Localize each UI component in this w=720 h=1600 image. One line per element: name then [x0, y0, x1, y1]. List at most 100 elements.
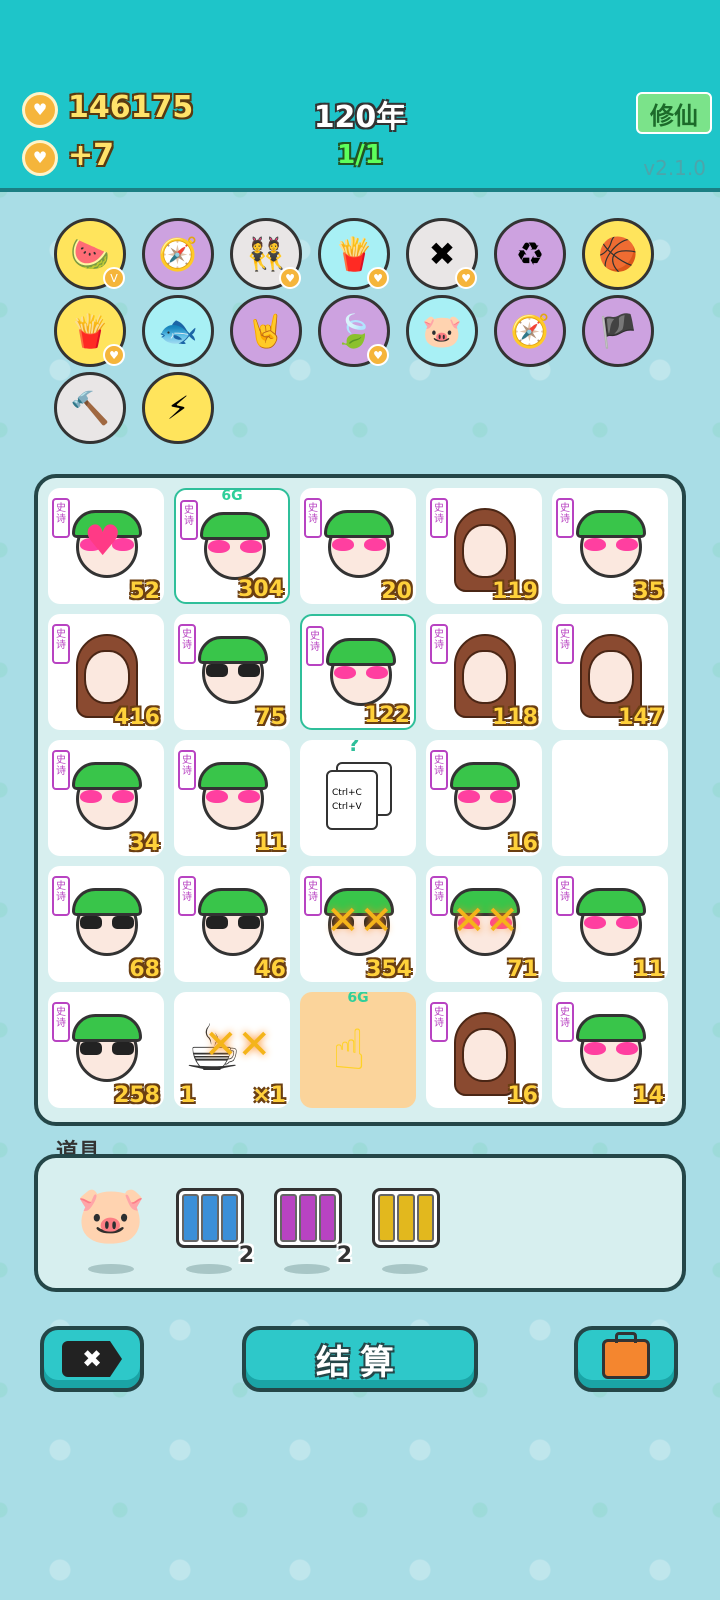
compass-icon[interactable]: 🧭 [142, 218, 214, 290]
epic-tag: 史诗 [430, 624, 448, 664]
heart-glasses-icon [80, 790, 134, 804]
board-cell[interactable]: 史诗 ✕✕ 354 [300, 866, 416, 982]
cell-value: 119 [492, 579, 538, 604]
girl-face [588, 650, 634, 704]
coin-count: 146175 [68, 90, 194, 125]
green-hair [198, 888, 268, 916]
board-cell[interactable]: 史诗 46 [174, 866, 290, 982]
fries-icon[interactable]: 🍟 ♥ [318, 218, 390, 290]
sparkle-effect: ✕✕ [204, 1022, 272, 1068]
cell-value: 354 [366, 957, 412, 982]
epic-cards-prop[interactable]: 2 [270, 1184, 352, 1274]
board-cell[interactable]: Ctrl+C Ctrl+V? [300, 740, 416, 856]
fruit-bowl-icon[interactable]: 🍉 V [54, 218, 126, 290]
item-badge: ♥ [367, 344, 389, 366]
board-cell[interactable]: 史诗 122 [300, 614, 416, 730]
heart-glasses-icon [584, 538, 638, 552]
green-hair [72, 762, 142, 790]
game-board: 史诗 ♥ 52 史诗 6G 304 史诗 20 史诗 119 史诗 35 史诗 416 史诗 75 史诗 122 史… [34, 474, 686, 1126]
board-cell[interactable]: 史诗 416 [48, 614, 164, 730]
briefcase-icon [602, 1332, 650, 1379]
card-pack-icon [372, 1188, 440, 1248]
item-badge: ♥ [279, 267, 301, 289]
epic-tag: 史诗 [52, 498, 70, 538]
board-cell[interactable]: 史诗 34 [48, 740, 164, 856]
income-value: +7 [68, 138, 115, 173]
board-cell[interactable]: 史诗 20 [300, 488, 416, 604]
board-cell[interactable]: 史诗 ♥ 52 [48, 488, 164, 604]
cell-value: 122 [364, 703, 410, 728]
board-cell[interactable]: 史诗 258 [48, 992, 164, 1108]
fishbowl-icon[interactable]: 🐟 [142, 295, 214, 367]
cell-value: 16 [507, 831, 538, 856]
eyepatch-icon[interactable]: 🏴 [582, 295, 654, 367]
cell-value: 35 [633, 579, 664, 604]
board-cell[interactable]: 史诗 11 [174, 740, 290, 856]
item-badge: ♥ [367, 267, 389, 289]
prop-shadow [382, 1264, 428, 1274]
epic-tag: 史诗 [52, 876, 70, 916]
epic-tag: 史诗 [304, 876, 322, 916]
cultivate-button[interactable]: 修仙 [636, 92, 712, 134]
board-cell[interactable]: 史诗 11 [552, 866, 668, 982]
legend-cards-prop[interactable] [368, 1184, 442, 1274]
rare-cards-prop[interactable]: 2 [172, 1184, 254, 1274]
twins-icon[interactable]: 👯 ♥ [230, 218, 302, 290]
cell-value: 68 [129, 957, 160, 982]
green-hair [200, 512, 270, 540]
board-cell[interactable]: 史诗 119 [426, 488, 542, 604]
lightning-icon[interactable]: ⚡ [142, 372, 214, 444]
epic-tag: 史诗 [556, 624, 574, 664]
cell-label: 6G [347, 992, 369, 1006]
board-cell[interactable]: 史诗 6G 304 [174, 488, 290, 604]
delete-tag-icon[interactable]: ✖ ♥ [406, 218, 478, 290]
sparkle-effect: ✕✕ [452, 898, 520, 944]
leaf-icon[interactable]: 🍃 ♥ [318, 295, 390, 367]
piggy-bank-icon[interactable]: 🐷 [406, 295, 478, 367]
hammer-icon[interactable]: 🔨 [54, 372, 126, 444]
green-hair [576, 510, 646, 538]
board-cell[interactable]: 史诗 16 [426, 992, 542, 1108]
board-cell[interactable]: ☝ 6G [300, 992, 416, 1108]
green-hair [324, 510, 394, 538]
board-cell[interactable]: 史诗 35 [552, 488, 668, 604]
fries-icon[interactable]: 🍟 ♥ [54, 295, 126, 367]
epic-tag: 史诗 [430, 750, 448, 790]
inventory-button[interactable] [574, 1326, 678, 1392]
piggy-bank-icon: 🐷 [76, 1183, 146, 1248]
settle-button[interactable]: 结算 [242, 1326, 478, 1392]
recycle-icon[interactable]: ♻ [494, 218, 566, 290]
item-badge: V [103, 267, 125, 289]
cell-value: 11 [633, 957, 664, 982]
board-cell[interactable]: ☕ ✕✕ 1 ×1 [174, 992, 290, 1108]
epic-tag: 史诗 [178, 624, 196, 664]
heart-icon: ♥ [84, 516, 122, 565]
green-hair [198, 636, 268, 664]
board-cell[interactable]: 史诗 118 [426, 614, 542, 730]
basketballs-icon[interactable]: 🏀 [582, 218, 654, 290]
cell-value: 75 [255, 705, 286, 730]
board-cell[interactable] [552, 740, 668, 856]
epic-tag: 史诗 [304, 498, 322, 538]
board-cell[interactable]: 史诗 14 [552, 992, 668, 1108]
sunglasses-icon [206, 664, 260, 678]
board-cell[interactable]: 史诗 147 [552, 614, 668, 730]
remove-button[interactable]: ✖ [40, 1326, 144, 1392]
green-hair [72, 1014, 142, 1042]
compass-icon[interactable]: 🧭 [494, 295, 566, 367]
rock-hand-icon[interactable]: 🤘 [230, 295, 302, 367]
board-cell[interactable]: 史诗 ✕✕ 71 [426, 866, 542, 982]
heart-glasses-icon [206, 790, 260, 804]
cell-value: 20 [381, 579, 412, 604]
epic-tag: 史诗 [52, 750, 70, 790]
green-hair [450, 762, 520, 790]
board-cell[interactable]: 史诗 68 [48, 866, 164, 982]
green-hair [576, 1014, 646, 1042]
board-cell[interactable]: 史诗 75 [174, 614, 290, 730]
props-panel: 🐷 2 2 [34, 1154, 686, 1292]
piggy-bank-prop[interactable]: 🐷 [74, 1183, 148, 1274]
green-hair [198, 762, 268, 790]
epic-tag: 史诗 [178, 876, 196, 916]
board-cell[interactable]: 史诗 16 [426, 740, 542, 856]
epic-tag: 史诗 [178, 750, 196, 790]
